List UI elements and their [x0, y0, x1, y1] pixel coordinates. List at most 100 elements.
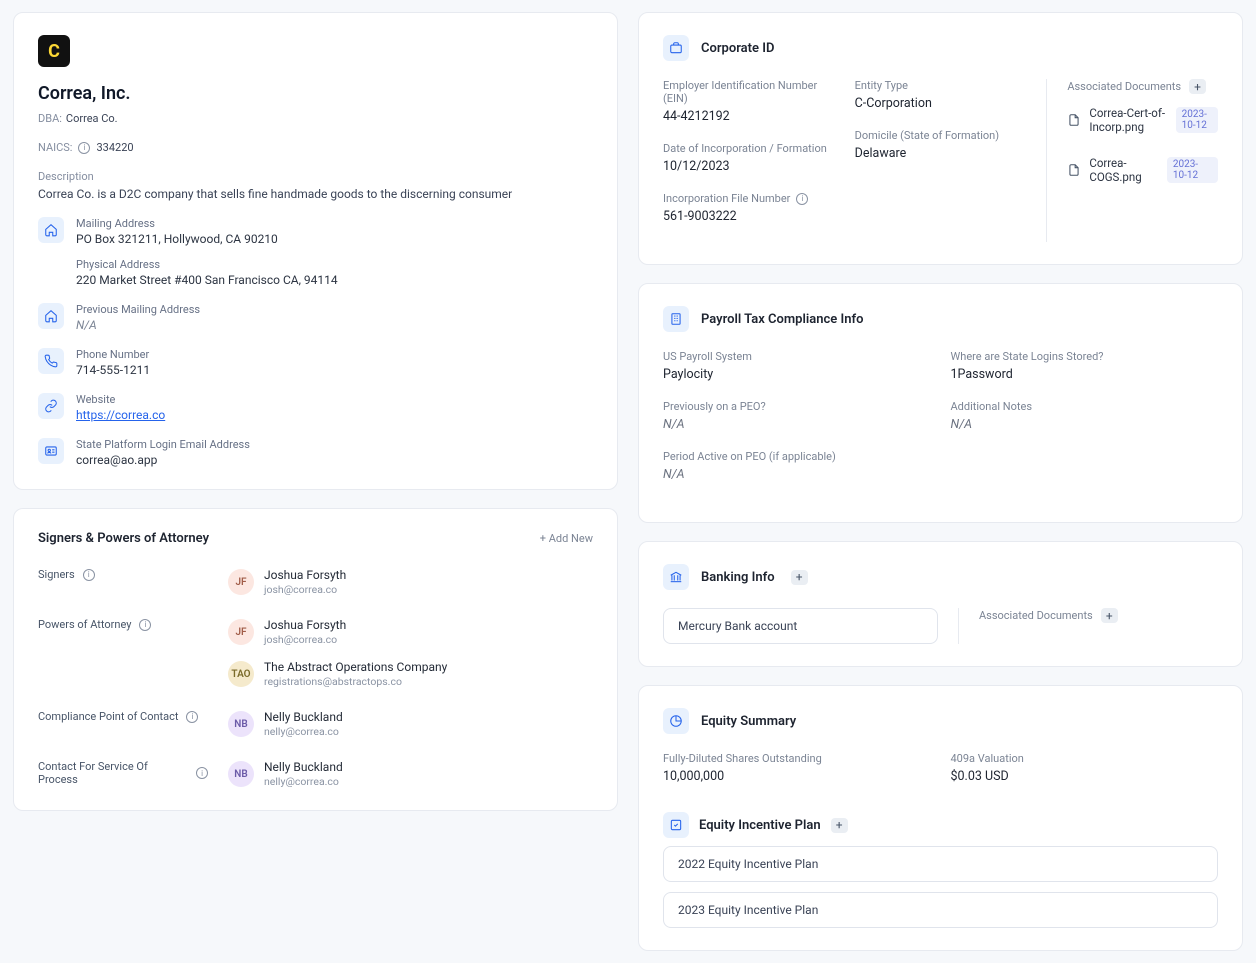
payroll-card: Payroll Tax Compliance Info US Payroll S…	[638, 283, 1243, 523]
person-name: Nelly Buckland	[264, 760, 343, 774]
notes-label: Additional Notes	[951, 400, 1219, 413]
company-logo: C	[38, 35, 70, 67]
briefcase-icon	[663, 35, 689, 61]
equity-plan-item[interactable]: 2023 Equity Incentive Plan	[663, 892, 1218, 928]
file-no-value: 561-9003222	[663, 209, 835, 224]
doc-item[interactable]: Correa-COGS.png2023-10-12	[1067, 156, 1218, 184]
incorp-date-value: 10/12/2023	[663, 159, 835, 174]
login-email-value: correa@ao.app	[76, 453, 593, 467]
info-icon[interactable]: i	[196, 767, 208, 779]
person-email: nelly@correa.co	[264, 725, 343, 738]
dba-value: Correa Co.	[66, 112, 118, 125]
person-item[interactable]: JFJoshua Forsythjosh@correa.co	[228, 618, 593, 646]
physical-label: Physical Address	[76, 258, 593, 271]
shares-value: 10,000,000	[663, 769, 931, 784]
naics-value: 334220	[96, 141, 133, 154]
add-plan-button[interactable]: +	[831, 818, 848, 833]
equity-card: Equity Summary Fully-Diluted Shares Outs…	[638, 685, 1243, 951]
banking-title: Banking Info	[701, 570, 775, 585]
domicile-value: Delaware	[855, 146, 1027, 161]
person-name: Nelly Buckland	[264, 710, 343, 724]
person-email: josh@correa.co	[264, 633, 346, 646]
id-card-icon	[38, 438, 64, 464]
prev-mailing-label: Previous Mailing Address	[76, 303, 593, 316]
info-icon[interactable]: i	[83, 569, 95, 581]
physical-value: 220 Market Street #400 San Francisco CA,…	[76, 273, 593, 287]
person-name: Joshua Forsyth	[264, 568, 346, 582]
doc-name: Correa-Cert-of-Incorp.png	[1089, 106, 1167, 134]
ein-label: Employer Identification Number (EIN)	[663, 79, 835, 105]
avatar: JF	[228, 569, 254, 595]
mailing-label: Mailing Address	[76, 217, 593, 230]
add-new-button[interactable]: + Add New	[540, 532, 593, 545]
peo-value: N/A	[663, 417, 931, 432]
plan-icon	[663, 812, 689, 838]
home-icon	[38, 303, 64, 329]
link-icon	[38, 393, 64, 419]
signer-group-label: Powers of Attorneyi	[38, 618, 208, 631]
signers-card: Signers & Powers of Attorney + Add New S…	[13, 508, 618, 811]
entity-value: C-Corporation	[855, 96, 1027, 111]
ein-value: 44-4212192	[663, 109, 835, 124]
person-email: nelly@correa.co	[264, 775, 343, 788]
home-icon	[38, 217, 64, 243]
bank-assoc-label: Associated Documents	[979, 609, 1093, 622]
doc-item[interactable]: Correa-Cert-of-Incorp.png 2023-10-12	[1067, 106, 1218, 134]
info-icon[interactable]: i	[796, 193, 808, 205]
building-icon	[663, 306, 689, 332]
pie-chart-icon	[663, 708, 689, 734]
signer-group: Signersi JF Joshua Forsythjosh@correa.co	[38, 568, 593, 596]
person-name: The Abstract Operations Company	[264, 660, 447, 674]
phone-icon	[38, 348, 64, 374]
doc-name: Correa-COGS.png	[1089, 156, 1159, 184]
website-link[interactable]: https://correa.co	[76, 408, 165, 422]
signer-group-label: Contact For Service Of Processi	[38, 760, 208, 786]
company-name: Correa, Inc.	[38, 83, 593, 104]
assoc-docs-label: Associated Documents	[1067, 80, 1181, 93]
file-no-label: Incorporation File Number i	[663, 192, 835, 205]
prev-mailing-value: N/A	[76, 318, 593, 332]
domicile-label: Domicile (State of Formation)	[855, 129, 1027, 142]
add-bank-doc-button[interactable]: +	[1101, 608, 1118, 623]
description-label: Description	[38, 170, 593, 183]
corporate-id-title: Corporate ID	[701, 41, 774, 56]
add-bank-button[interactable]: +	[791, 570, 808, 585]
409a-label: 409a Valuation	[951, 752, 1219, 765]
peo-period-value: N/A	[663, 467, 931, 482]
login-email-label: State Platform Login Email Address	[76, 438, 593, 451]
signer-group: Contact For Service Of Processi NBNelly B…	[38, 760, 593, 788]
description-text: Correa Co. is a D2C company that sells f…	[38, 187, 593, 201]
company-card: C Correa, Inc. DBA: Correa Co. NAICS: i …	[13, 12, 618, 490]
logins-value: 1Password	[951, 367, 1219, 382]
doc-date: 2023-10-12	[1176, 107, 1218, 133]
equity-plan-title: Equity Incentive Plan	[699, 818, 821, 833]
payroll-system-value: Paylocity	[663, 367, 931, 382]
person-item[interactable]: NBNelly Bucklandnelly@correa.co	[228, 710, 593, 738]
person-item[interactable]: TAO The Abstract Operations Companyregist…	[228, 660, 593, 688]
info-icon[interactable]: i	[139, 619, 151, 631]
info-icon[interactable]: i	[186, 711, 198, 723]
signers-title: Signers & Powers of Attorney	[38, 531, 209, 546]
avatar: TAO	[228, 661, 254, 687]
person-item[interactable]: JF Joshua Forsythjosh@correa.co	[228, 568, 593, 596]
website-label: Website	[76, 393, 593, 406]
info-icon[interactable]: i	[78, 142, 90, 154]
corporate-id-card: Corporate ID Employer Identification Num…	[638, 12, 1243, 265]
person-email: registrations@abstractops.co	[264, 675, 447, 688]
add-doc-button[interactable]: +	[1189, 79, 1206, 94]
naics-label: NAICS:	[38, 141, 72, 154]
entity-label: Entity Type	[855, 79, 1027, 92]
equity-title: Equity Summary	[701, 714, 796, 729]
signer-group: Compliance Point of ContactiNBNelly Buck…	[38, 710, 593, 738]
person-item[interactable]: NBNelly Bucklandnelly@correa.co	[228, 760, 593, 788]
bank-icon	[663, 564, 689, 590]
person-name: Joshua Forsyth	[264, 618, 346, 632]
shares-label: Fully-Diluted Shares Outstanding	[663, 752, 931, 765]
signer-group-label: Signersi	[38, 568, 208, 581]
bank-account-item[interactable]: Mercury Bank account	[663, 608, 938, 644]
mailing-value: PO Box 321211, Hollywood, CA 90210	[76, 232, 593, 246]
person-email: josh@correa.co	[264, 583, 346, 596]
peo-period-label: Period Active on PEO (if applicable)	[663, 450, 931, 463]
logins-label: Where are State Logins Stored?	[951, 350, 1219, 363]
equity-plan-item[interactable]: 2022 Equity Incentive Plan	[663, 846, 1218, 882]
